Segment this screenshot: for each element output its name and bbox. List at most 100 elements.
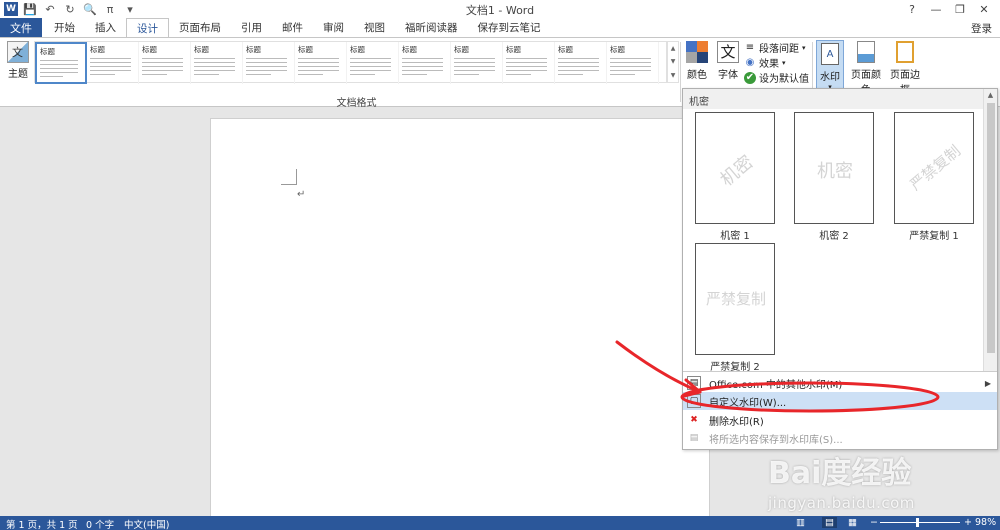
watermark-button[interactable]: A 水印 ▾ xyxy=(816,40,844,91)
effects-icon: ◉ xyxy=(745,57,755,68)
tab-item[interactable]: 设计 xyxy=(126,18,169,37)
zoom-slider-thumb[interactable] xyxy=(916,518,919,527)
tab-item[interactable]: 邮件 xyxy=(272,18,313,37)
scroll-up-icon[interactable]: ▲ xyxy=(984,89,997,101)
style-preview-line xyxy=(558,74,583,75)
style-set-title: 标题 xyxy=(194,45,209,54)
set-as-default-button[interactable]: ✔ 设为默认值 xyxy=(744,70,810,85)
style-set-option[interactable]: 标题 xyxy=(191,42,243,84)
help-button[interactable]: ? xyxy=(900,0,924,18)
scroll-thumb[interactable] xyxy=(987,103,995,353)
style-set-option[interactable]: 标题 xyxy=(555,42,607,84)
style-set-option[interactable]: 标题 xyxy=(139,42,191,84)
zoom-in-button[interactable]: + xyxy=(964,517,972,528)
minimize-button[interactable]: — xyxy=(924,0,948,18)
style-set-option[interactable]: 标题 xyxy=(347,42,399,84)
style-preview-line xyxy=(506,70,547,71)
paragraph-spacing-button[interactable]: ≡ 段落间距 ▾ xyxy=(744,40,810,55)
tab-item[interactable]: 审阅 xyxy=(313,18,354,37)
style-preview-line xyxy=(402,74,427,75)
document-page[interactable]: ↵ xyxy=(210,118,710,518)
watermark-caption: 机密 1 xyxy=(720,231,750,242)
page-count[interactable]: 第 1 页，共 1 页 xyxy=(6,517,78,530)
watermark-caption: 机密 2 xyxy=(819,231,849,242)
tab-item[interactable]: 页面布局 xyxy=(169,18,231,37)
tab-item[interactable]: 保存到云笔记 xyxy=(468,18,551,37)
login-link[interactable]: 登录 xyxy=(971,21,992,36)
dropdown-scrollbar[interactable]: ▲ xyxy=(983,89,997,371)
ribbon-tab-bar: 文件 开始 插入 设计 页面布局 引用 邮件 审阅 视图 福昕阅读器 保存到云笔记 登录 xyxy=(0,18,1000,37)
gallery-up-icon[interactable]: ▲ xyxy=(671,45,676,52)
style-set-option[interactable]: 标题 xyxy=(399,42,451,84)
style-set-option[interactable]: 标题 xyxy=(243,42,295,84)
style-set-title: 标题 xyxy=(402,45,417,54)
fonts-button[interactable]: 文 字体 xyxy=(714,41,742,81)
baidu-jingyan-watermark: Bai度经验 jingyan.baidu.com xyxy=(768,448,988,512)
zoom-slider[interactable] xyxy=(880,522,960,523)
style-preview-line xyxy=(246,66,287,67)
style-set-option[interactable]: 标题 xyxy=(451,42,503,84)
style-preview-line xyxy=(40,72,78,73)
gallery-more-icon[interactable]: ▼ xyxy=(671,72,676,79)
watermark-icon: A xyxy=(821,43,839,65)
web-layout-icon[interactable]: ▦ xyxy=(848,517,857,528)
more-watermarks-item[interactable]: ▤ Office.com 中的其他水印(M) ▶ xyxy=(683,374,997,392)
close-button[interactable]: ✕ xyxy=(972,0,996,18)
style-set-option[interactable]: 标题 xyxy=(87,42,139,84)
watermark-option-confidential-2[interactable]: 机密 机密 2 xyxy=(794,112,874,242)
style-set-option[interactable]: 标题 xyxy=(295,42,347,84)
tab-item[interactable]: 开始 xyxy=(44,18,85,37)
tab-file[interactable]: 文件 xyxy=(0,18,42,37)
style-set-gallery: 标题 标题 标题 标题 标题 标题 标题 标题 标题 标题 标题 标题 xyxy=(34,41,667,84)
themes-button[interactable]: 主题 xyxy=(4,41,32,80)
style-preview-line xyxy=(350,74,375,75)
remove-watermark-item[interactable]: ✖ 删除水印(R) xyxy=(683,411,997,429)
restore-button[interactable]: ❐ xyxy=(948,0,972,18)
watermark-preview: 严禁复制 xyxy=(695,243,775,355)
tab-item[interactable]: 插入 xyxy=(85,18,126,37)
style-preview-line xyxy=(558,62,599,63)
custom-watermark-label: 自定义水印(W)... xyxy=(709,397,787,409)
style-set-option[interactable]: 标题 xyxy=(35,42,87,84)
zoom-out-button[interactable]: − xyxy=(870,517,878,528)
style-set-option[interactable]: 标题 xyxy=(503,42,555,84)
gallery-scroll[interactable]: ▲ ▼ ▼ xyxy=(667,41,679,83)
style-preview-line xyxy=(194,70,235,71)
style-preview-line xyxy=(402,62,443,63)
read-mode-icon[interactable]: ▥ xyxy=(796,517,805,528)
colors-icon xyxy=(686,41,708,63)
gallery-down-icon[interactable]: ▼ xyxy=(671,58,676,65)
menu-separator xyxy=(683,371,997,372)
zoom-level[interactable]: 98% xyxy=(975,517,996,528)
watermark-option-do-not-copy-1[interactable]: 严禁复制 严禁复制 1 xyxy=(894,112,974,242)
custom-watermark-item[interactable]: ▢ 自定义水印(W)... xyxy=(683,392,997,410)
tab-item[interactable]: 引用 xyxy=(231,18,272,37)
style-preview-line xyxy=(298,74,323,75)
ribbon-separator xyxy=(680,42,681,102)
baidu-url-text: jingyan.baidu.com xyxy=(768,494,915,512)
style-preview-line xyxy=(90,70,131,71)
language-indicator[interactable]: 中文(中国) xyxy=(124,517,169,530)
window-controls: ? — ❐ ✕ xyxy=(900,0,996,18)
style-preview-line xyxy=(40,76,64,77)
tab-item[interactable]: 视图 xyxy=(354,18,395,37)
watermark-preview: 严禁复制 xyxy=(894,112,974,224)
watermark-option-confidential-1[interactable]: 机密 机密 1 xyxy=(695,112,775,242)
tab-item[interactable]: 福昕阅读器 xyxy=(395,18,468,37)
word-count[interactable]: 0 个字 xyxy=(86,517,114,530)
print-layout-icon[interactable]: ▤ xyxy=(822,517,837,528)
colors-button[interactable]: 颜色 xyxy=(684,41,710,81)
save-to-gallery-label: 将所选内容保存到水印库(S)... xyxy=(709,434,843,446)
style-preview-line xyxy=(402,70,443,71)
watermark-option-do-not-copy-2[interactable]: 严禁复制 严禁复制 2 xyxy=(695,243,775,373)
style-preview-line xyxy=(454,66,495,67)
status-bar: 第 1 页，共 1 页 0 个字 中文(中国) ▥ ▤ ▦ − + 98% xyxy=(0,516,1000,530)
style-preview-line xyxy=(506,62,547,63)
set-as-default-label: 设为默认值 xyxy=(759,74,809,85)
watermark-preview-text: 机密 xyxy=(817,161,853,182)
style-preview-line xyxy=(350,70,391,71)
style-preview-line xyxy=(298,66,339,67)
style-set-option[interactable]: 标题 xyxy=(607,42,659,84)
watermark-preview: 机密 xyxy=(695,112,775,224)
effects-button[interactable]: ◉ 效果 ▾ xyxy=(744,55,810,70)
